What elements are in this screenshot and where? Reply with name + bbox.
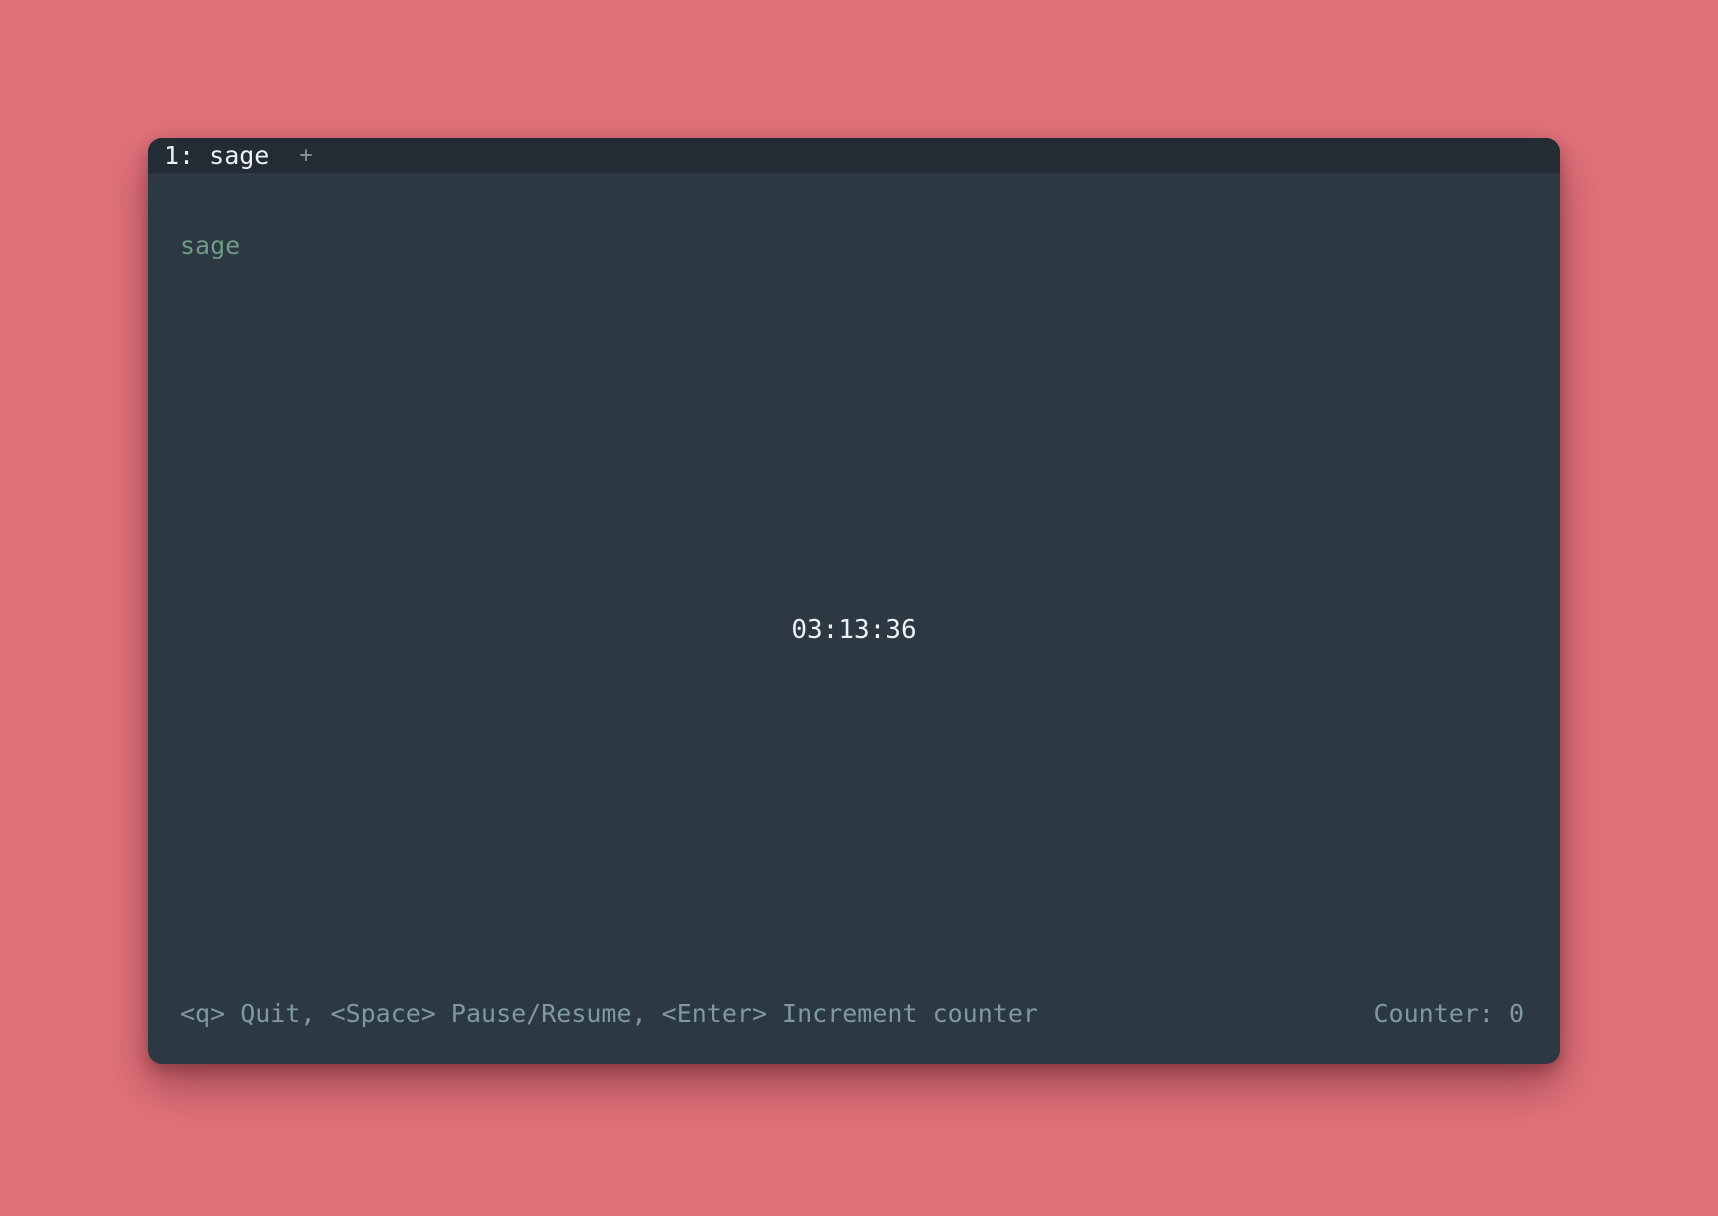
app-title: sage <box>180 231 241 260</box>
timer-display: 03:13:36 <box>791 615 917 645</box>
tab-sage[interactable]: 1: sage <box>164 138 269 173</box>
keybinding-help: <q> Quit, <Space> Pause/Resume, <Enter> … <box>180 999 1038 1028</box>
tab-bar: 1: sage + <box>148 138 1560 173</box>
new-tab-button[interactable]: + <box>299 138 312 173</box>
counter-status: Counter: 0 <box>1373 999 1524 1028</box>
terminal-window: 1: sage + sage 03:13:36 <q> Quit, <Space… <box>148 138 1560 1064</box>
